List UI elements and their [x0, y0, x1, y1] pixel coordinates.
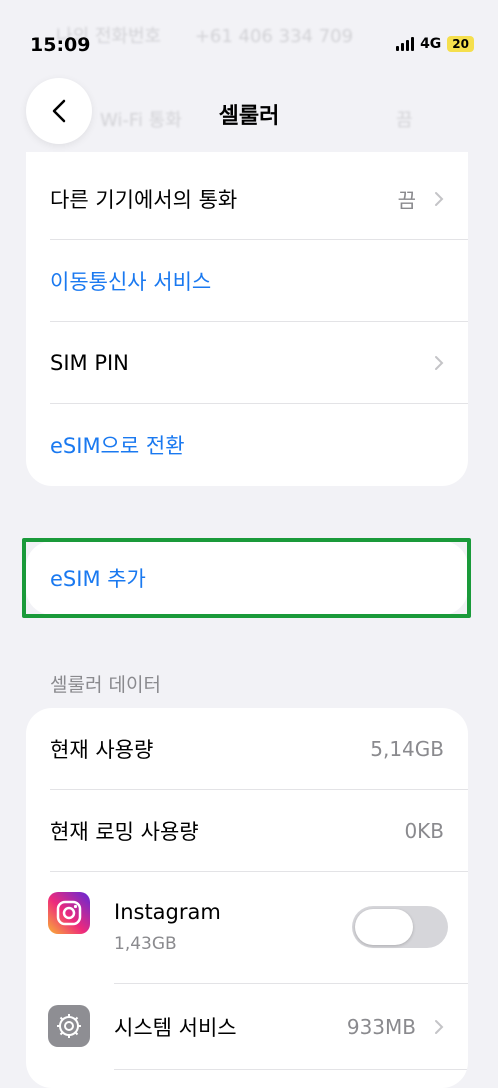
divider: [114, 1069, 468, 1070]
network-type: 4G: [420, 36, 442, 52]
settings-group-cellular-data: 현재 사용량 5,14GB 현재 로밍 사용량 0KB Instagram 1,…: [26, 708, 468, 1088]
highlight-box: [22, 538, 471, 618]
status-bar: 나의 전화번호 +61 406 334 709 15:09 4G 20: [0, 0, 498, 80]
row-calls-on-other-devices[interactable]: 다른 기기에서의 통화 끔: [26, 158, 468, 240]
row-app-system-services[interactable]: 시스템 서비스 933MB: [26, 984, 468, 1070]
chevron-right-icon: [435, 1020, 444, 1034]
gear-glyph: [57, 1014, 81, 1038]
instagram-icon: [48, 892, 90, 934]
section-header-cellular-data: 셀룰러 데이터: [50, 674, 161, 696]
app-usage-system-services: 933MB: [346, 1015, 416, 1039]
row-roaming-usage: 현재 로밍 사용량 0KB: [26, 790, 468, 872]
row-current-usage: 현재 사용량 5,14GB: [26, 708, 468, 790]
app-name-instagram: Instagram: [114, 900, 221, 924]
row-convert-to-esim[interactable]: eSIM으로 전환: [26, 404, 468, 486]
gear-icon: [48, 1005, 90, 1047]
app-usage-instagram: 1,43GB: [114, 934, 177, 954]
chevron-right-icon: [435, 356, 444, 370]
battery-indicator: 20: [447, 36, 474, 52]
app-name-system-services: 시스템 서비스: [114, 1016, 237, 1040]
row-app-instagram: Instagram 1,43GB: [26, 872, 468, 984]
signal-icon: [396, 37, 415, 51]
row-carrier-services[interactable]: 이동통신사 서비스: [26, 240, 468, 322]
settings-group-calls: 다른 기기에서의 통화 끔 이동통신사 서비스 SIM PIN eSIM으로 전…: [26, 152, 468, 486]
instagram-cellular-toggle[interactable]: [352, 906, 448, 948]
status-time: 15:09: [30, 34, 91, 56]
ghost-row-phone-number: 나의 전화번호 +61 406 334 709: [56, 26, 354, 47]
row-sim-pin[interactable]: SIM PIN: [26, 322, 468, 404]
status-indicators: 4G 20: [396, 36, 474, 52]
toggle-knob: [355, 909, 413, 945]
camera-glyph: [56, 900, 82, 926]
page-title: 셀룰러: [218, 104, 280, 129]
chevron-right-icon: [435, 192, 444, 206]
